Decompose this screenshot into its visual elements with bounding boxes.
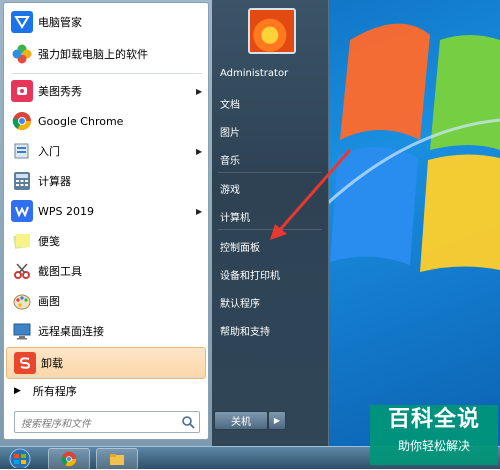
program-label: 计算器 — [38, 175, 71, 188]
expand-arrow-icon: ▶ — [14, 386, 21, 396]
tencent-pc-manager-icon — [11, 11, 33, 33]
link-control-panel[interactable]: 控制面板 — [220, 239, 260, 254]
search-icon — [182, 416, 195, 429]
watermark-subtitle: 助你轻松解决 — [397, 439, 470, 453]
program-item-wps[interactable]: WPS 2019 ▶ — [4, 196, 208, 226]
program-label: Google Chrome — [38, 114, 124, 128]
user-avatar[interactable] — [248, 8, 296, 54]
watermark-logo: 百科全说 助你轻松解决 — [370, 405, 498, 465]
all-programs-button[interactable]: ▶ 所有程序 — [4, 378, 208, 404]
start-button[interactable] — [2, 447, 38, 468]
program-item-remote-desktop[interactable]: 远程桌面连接 — [4, 316, 208, 346]
program-label: 入门 — [38, 145, 60, 158]
programs-pane: 电脑管家 强力卸载电脑上的软件 美图秀秀 ▶ Google Chrome 入门 … — [3, 2, 209, 440]
link-user[interactable]: Administrator — [220, 68, 288, 79]
program-item-pc-manager[interactable]: 电脑管家 — [4, 7, 208, 37]
chrome-icon — [61, 451, 77, 467]
all-programs-label: 所有程序 — [32, 385, 77, 398]
program-label: 便笺 — [38, 235, 60, 248]
link-games[interactable]: 游戏 — [220, 181, 240, 196]
uninstall-s-icon — [14, 352, 36, 374]
folder-icon — [110, 454, 124, 465]
program-label: 远程桌面连接 — [38, 325, 104, 338]
program-item-getting-started[interactable]: 入门 ▶ — [4, 136, 208, 166]
shutdown-button[interactable]: 关机 — [214, 411, 268, 430]
start-menu: 电脑管家 强力卸载电脑上的软件 美图秀秀 ▶ Google Chrome 入门 … — [0, 0, 329, 446]
submenu-arrow-icon: ▶ — [196, 206, 203, 216]
program-item-sticky-notes[interactable]: 便笺 — [4, 226, 208, 256]
calculator-icon — [11, 170, 33, 192]
program-item-force-uninstall[interactable]: 强力卸载电脑上的软件 — [4, 39, 208, 69]
paint-icon — [11, 290, 33, 312]
watermark-title: 百科全说 — [387, 407, 480, 432]
program-label: 截图工具 — [38, 265, 82, 278]
program-label: 电脑管家 — [38, 16, 82, 29]
divider — [218, 229, 322, 230]
program-label: 画图 — [38, 295, 60, 308]
link-default-programs[interactable]: 默认程序 — [220, 295, 260, 310]
shutdown-options-button[interactable]: ▶ — [268, 411, 286, 430]
taskbar-chrome-button[interactable] — [48, 448, 90, 470]
link-computer[interactable]: 计算机 — [220, 209, 250, 224]
program-item-paint[interactable]: 画图 — [4, 286, 208, 316]
uninstall-clover-icon — [11, 43, 33, 65]
program-item-uninstall[interactable]: 卸载 — [6, 347, 206, 379]
remote-desktop-icon — [11, 320, 33, 342]
sticky-notes-icon — [11, 230, 33, 252]
search-placeholder: 搜索程序和文件 — [21, 418, 91, 430]
program-label: 卸载 — [41, 357, 63, 370]
search-input[interactable]: 搜索程序和文件 — [14, 411, 200, 433]
snipping-tool-icon — [11, 260, 33, 282]
windows-logo-wallpaper — [310, 23, 500, 272]
program-label: 美图秀秀 — [38, 85, 82, 98]
submenu-arrow-icon: ▶ — [196, 86, 203, 96]
chrome-icon — [11, 110, 33, 132]
link-pictures[interactable]: 图片 — [220, 124, 240, 139]
meitu-icon — [11, 80, 33, 102]
divider — [218, 172, 322, 173]
program-item-snipping-tool[interactable]: 截图工具 — [4, 256, 208, 286]
link-music[interactable]: 音乐 — [220, 152, 240, 167]
program-item-calculator[interactable]: 计算器 — [4, 166, 208, 196]
program-label: 强力卸载电脑上的软件 — [38, 48, 148, 61]
taskbar-folder-button[interactable] — [96, 448, 138, 470]
link-help-support[interactable]: 帮助和支持 — [220, 323, 270, 338]
link-devices-printers[interactable]: 设备和打印机 — [220, 267, 280, 282]
places-pane: Administrator 文档 图片 音乐 游戏 计算机 控制面板 设备和打印… — [212, 0, 328, 446]
program-item-meitu[interactable]: 美图秀秀 ▶ — [4, 76, 208, 106]
divider — [12, 73, 202, 74]
chevron-right-icon: ▶ — [273, 416, 281, 425]
link-documents[interactable]: 文档 — [220, 96, 240, 111]
program-label: WPS 2019 — [38, 204, 94, 218]
wps-icon — [11, 200, 33, 222]
getting-started-icon — [11, 140, 33, 162]
submenu-arrow-icon: ▶ — [196, 146, 203, 156]
program-item-chrome[interactable]: Google Chrome — [4, 106, 208, 136]
